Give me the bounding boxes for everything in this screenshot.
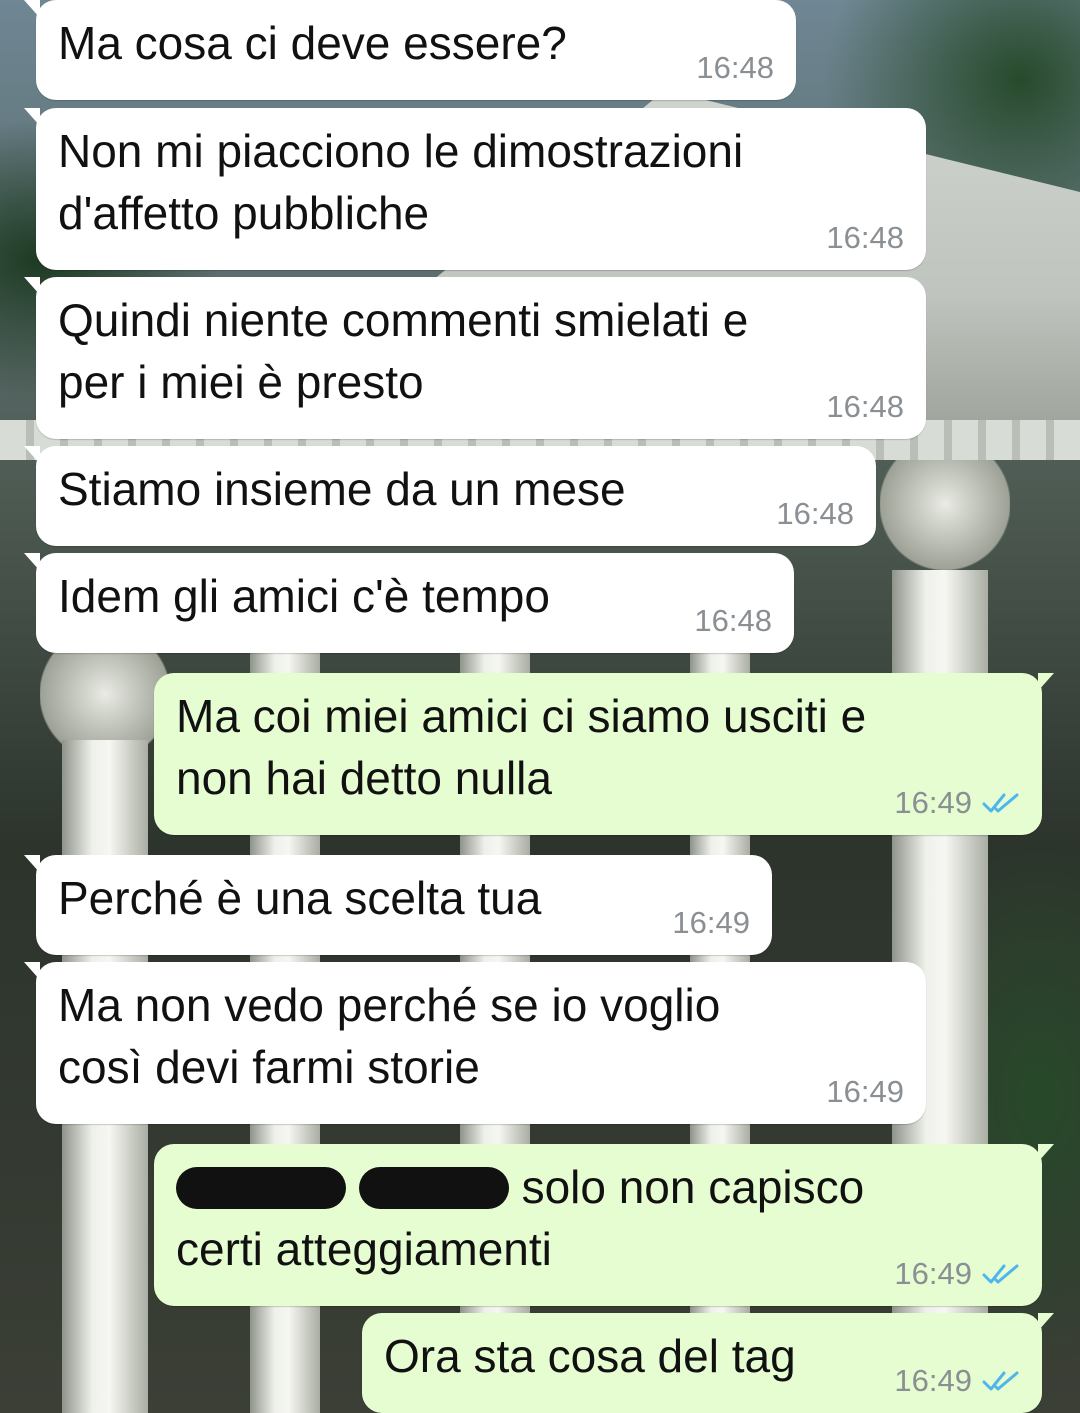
incoming-message-bubble[interactable]: Ma non vedo perché se io voglio così dev… bbox=[24, 962, 926, 1124]
outgoing-message-bubble[interactable]: Ora sta cosa del tag 16:49 bbox=[362, 1313, 1054, 1413]
message-timestamp: 16:48 bbox=[694, 603, 772, 638]
message-meta: 16:49 bbox=[894, 1363, 1020, 1399]
message-timestamp: 16:49 bbox=[826, 1074, 904, 1109]
message-meta: 16:49 bbox=[826, 1074, 904, 1110]
redacted-text-mark bbox=[176, 1166, 346, 1209]
message-meta: 16:48 bbox=[694, 603, 772, 639]
incoming-message-bubble[interactable]: Perché è una scelta tua 16:49 bbox=[24, 855, 772, 955]
incoming-message-bubble[interactable]: Quindi niente commenti smielati e per i … bbox=[24, 277, 926, 439]
message-text-segment: certi atteggiamenti bbox=[176, 1223, 552, 1275]
double-check-read-icon bbox=[982, 1264, 1019, 1284]
message-timestamp: 16:49 bbox=[894, 1256, 972, 1291]
incoming-message-bubble[interactable]: Stiamo insieme da un mese 16:48 bbox=[24, 446, 876, 546]
message-timestamp: 16:49 bbox=[894, 1363, 972, 1398]
message-list[interactable]: Ma cosa ci deve essere? 16:48 Non mi pia… bbox=[0, 0, 1080, 1413]
message-text: Ma coi miei amici ci siamo usciti e non … bbox=[176, 690, 867, 804]
outgoing-message-bubble[interactable]: Ma coi miei amici ci siamo usciti e non … bbox=[154, 673, 1054, 835]
message-text: Quindi niente commenti smielati e per i … bbox=[58, 294, 749, 408]
double-check-read-icon bbox=[982, 793, 1019, 813]
message-meta: 16:48 bbox=[776, 496, 854, 532]
message-meta: 16:49 bbox=[894, 1256, 1020, 1292]
message-meta: 16:49 bbox=[672, 905, 750, 941]
message-meta: 16:48 bbox=[826, 389, 904, 425]
message-timestamp: 16:48 bbox=[826, 220, 904, 255]
message-timestamp: 16:49 bbox=[894, 785, 972, 820]
double-check-read-icon bbox=[982, 1371, 1019, 1391]
outgoing-message-bubble[interactable]: solo non capisco certi atteggiamenti 16:4… bbox=[154, 1144, 1054, 1306]
incoming-message-bubble[interactable]: Idem gli amici c'è tempo 16:48 bbox=[24, 553, 794, 653]
message-meta: 16:48 bbox=[696, 50, 774, 86]
message-text: Idem gli amici c'è tempo bbox=[58, 570, 550, 622]
message-text: Ma cosa ci deve essere? bbox=[58, 17, 567, 69]
message-text: Stiamo insieme da un mese bbox=[58, 463, 626, 515]
incoming-message-bubble[interactable]: Ma cosa ci deve essere? 16:48 bbox=[24, 0, 796, 100]
incoming-message-bubble[interactable]: Non mi piacciono le dimostrazioni d'affe… bbox=[24, 108, 926, 270]
message-text: solo non capisco certi atteggiamenti bbox=[176, 1156, 1020, 1280]
message-meta: 16:49 bbox=[894, 785, 1020, 821]
message-meta: 16:48 bbox=[826, 220, 904, 256]
message-text-segment: solo non capisco bbox=[521, 1161, 865, 1213]
message-text: Non mi piacciono le dimostrazioni d'affe… bbox=[58, 125, 744, 239]
message-timestamp: 16:48 bbox=[826, 389, 904, 424]
message-timestamp: 16:48 bbox=[696, 50, 774, 85]
message-text: Perché è una scelta tua bbox=[58, 872, 542, 924]
redacted-text-mark bbox=[358, 1166, 509, 1209]
message-timestamp: 16:49 bbox=[672, 905, 750, 940]
message-text: Ma non vedo perché se io voglio così dev… bbox=[58, 979, 721, 1093]
message-timestamp: 16:48 bbox=[776, 496, 854, 531]
